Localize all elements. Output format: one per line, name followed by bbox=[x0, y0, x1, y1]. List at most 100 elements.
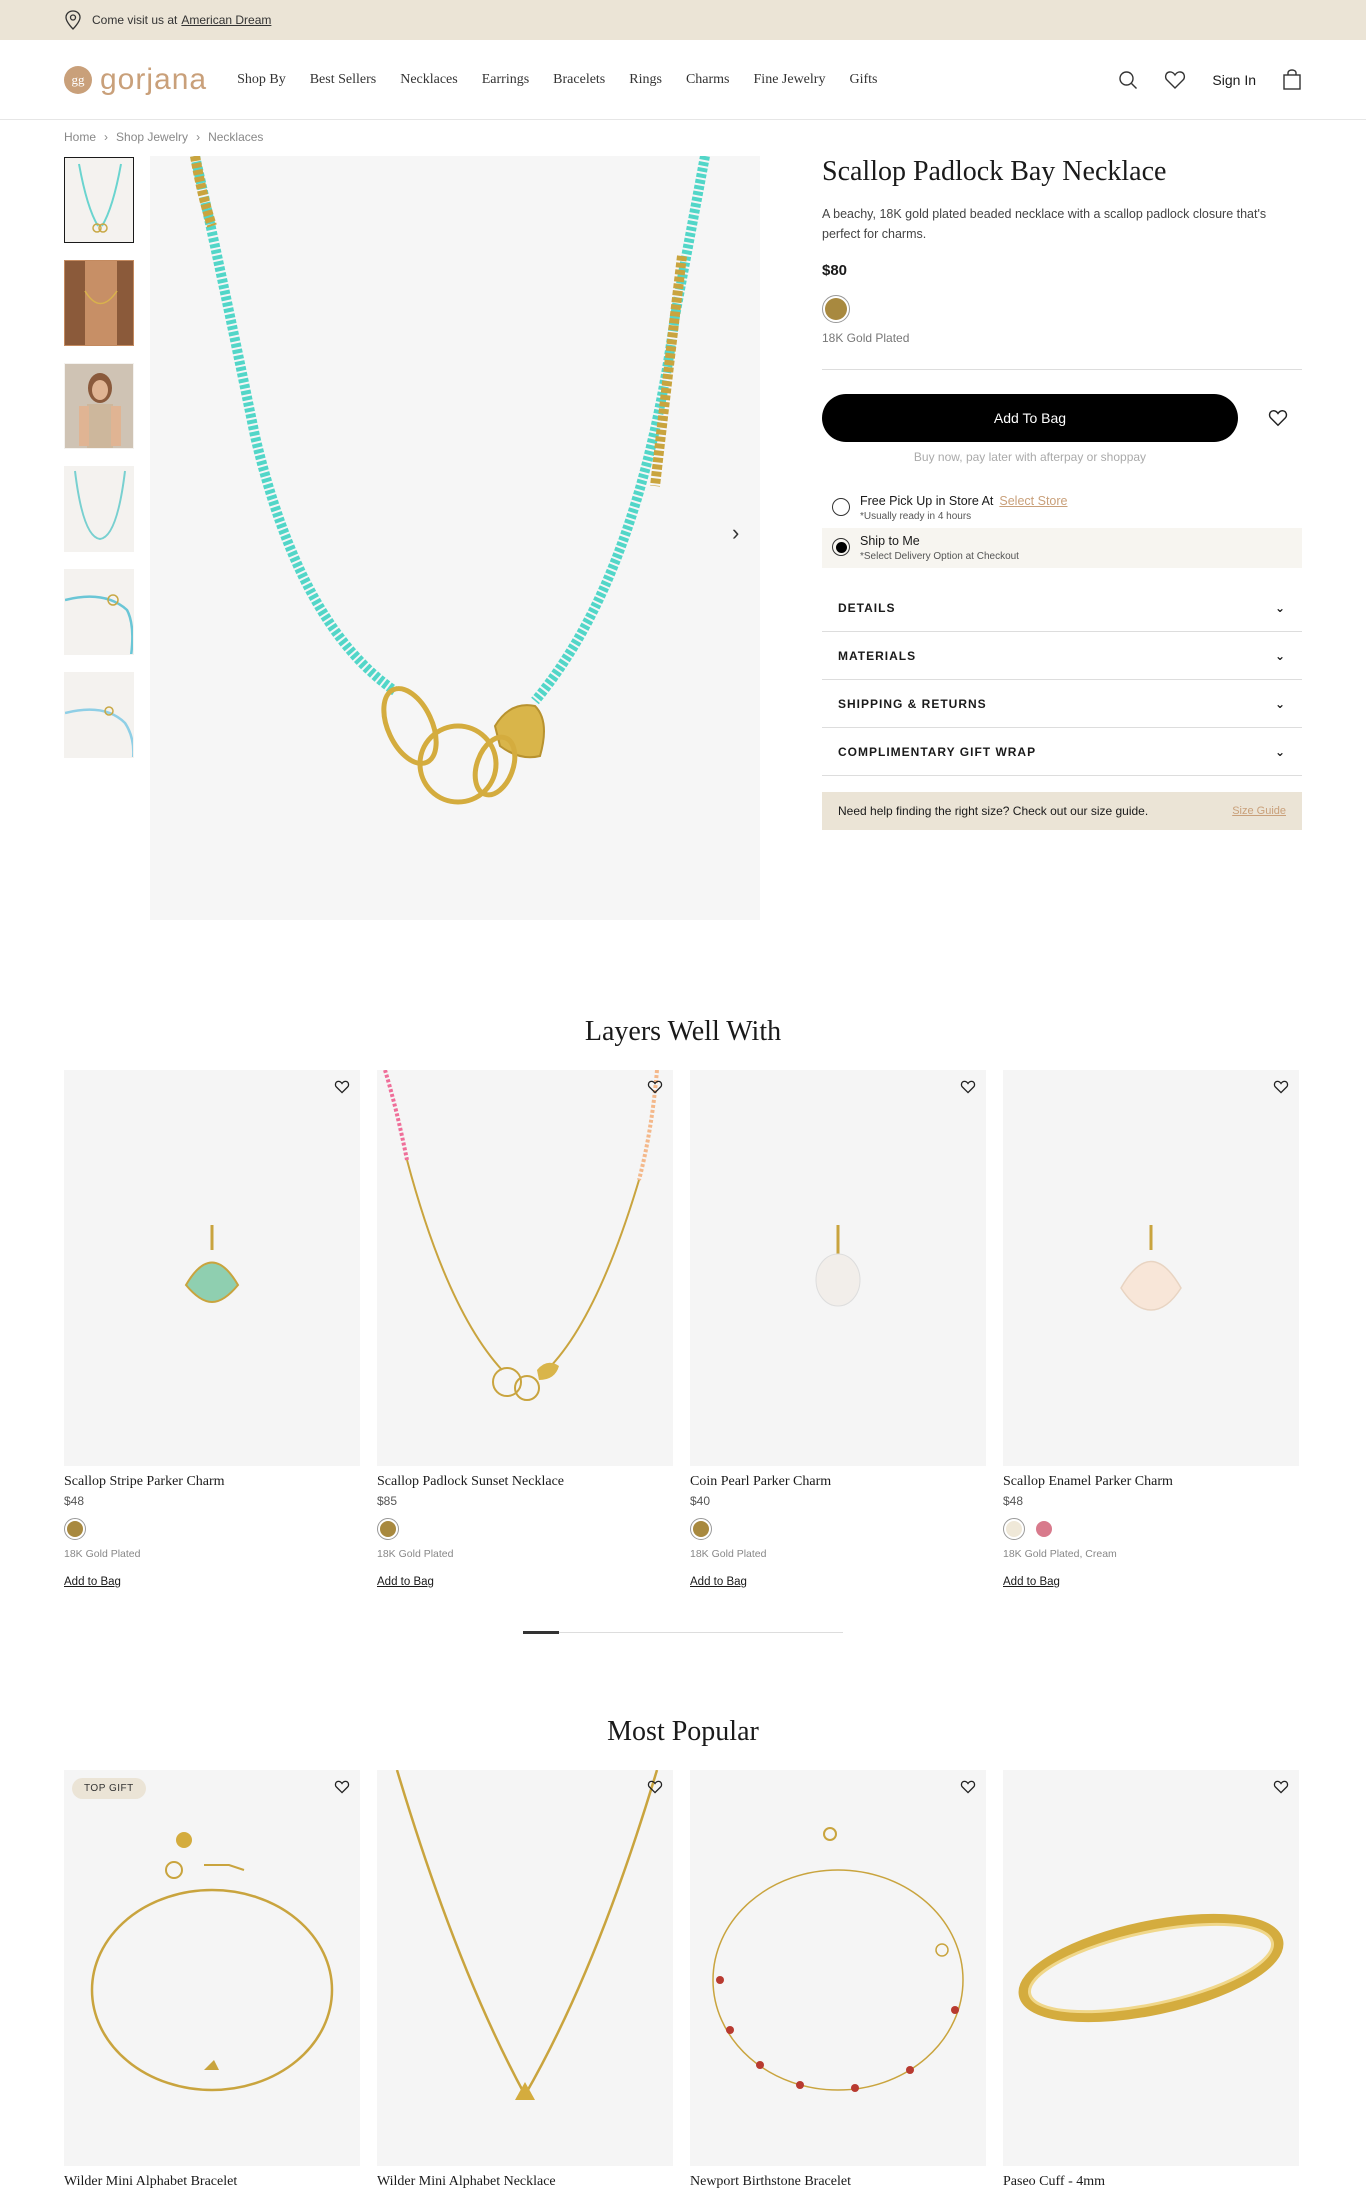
add-to-bag-link[interactable]: Add to Bag bbox=[690, 1576, 986, 1588]
swatch-gold[interactable] bbox=[377, 1518, 399, 1540]
thumbnail-3[interactable] bbox=[64, 363, 134, 449]
wishlist-heart-icon[interactable] bbox=[1164, 70, 1186, 90]
wishlist-heart-icon[interactable] bbox=[334, 1780, 350, 1794]
delivery-options: Free Pick Up in Store At Select Store *Us… bbox=[822, 488, 1302, 568]
nav-rings[interactable]: Rings bbox=[629, 72, 662, 88]
add-to-bag-link[interactable]: Add to Bag bbox=[64, 1576, 360, 1588]
accordion-materials[interactable]: MATERIALS ⌄ bbox=[822, 632, 1302, 680]
accordion-gift-wrap-label: COMPLIMENTARY GIFT WRAP bbox=[838, 744, 1037, 759]
wishlist-heart-icon[interactable] bbox=[1273, 1080, 1289, 1094]
product-image[interactable] bbox=[1003, 1770, 1299, 2166]
popular-product-card[interactable]: Newport Birthstone Bracelet bbox=[690, 1770, 986, 2190]
accordion-materials-label: MATERIALS bbox=[838, 648, 917, 663]
wishlist-heart-icon[interactable] bbox=[960, 1780, 976, 1794]
nav-earrings[interactable]: Earrings bbox=[482, 72, 529, 88]
ship-option[interactable]: Ship to Me *Select Delivery Option at Ch… bbox=[822, 528, 1302, 568]
popular-product-card[interactable]: Wilder Mini Alphabet Necklace bbox=[377, 1770, 673, 2190]
shopping-bag-icon[interactable] bbox=[1282, 68, 1302, 91]
nav-bracelets[interactable]: Bracelets bbox=[553, 72, 605, 88]
site-header: gg gorjana Shop By Best Sellers Necklace… bbox=[0, 40, 1366, 120]
add-to-bag-button[interactable]: Add To Bag bbox=[822, 394, 1238, 442]
product-variant: 18K Gold Plated, Cream bbox=[1003, 1548, 1117, 1560]
pickup-title: Free Pick Up in Store At bbox=[860, 494, 994, 508]
product-image[interactable] bbox=[377, 1070, 673, 1466]
product-name[interactable]: Wilder Mini Alphabet Necklace bbox=[377, 2174, 673, 2190]
logo-mark: gg bbox=[64, 65, 92, 94]
pickup-radio[interactable] bbox=[832, 498, 850, 516]
promo-link[interactable]: American Dream bbox=[181, 13, 271, 27]
logo[interactable]: gg gorjana bbox=[64, 63, 207, 97]
popular-product-card[interactable]: Paseo Cuff - 4mm bbox=[1003, 1770, 1299, 2190]
product-image[interactable] bbox=[690, 1070, 986, 1466]
select-store-link[interactable]: Select Store bbox=[999, 494, 1067, 508]
thumbnail-2[interactable] bbox=[64, 260, 134, 346]
accordion-gift-wrap[interactable]: COMPLIMENTARY GIFT WRAP ⌄ bbox=[822, 728, 1302, 776]
product-name[interactable]: Scallop Enamel Parker Charm bbox=[1003, 1474, 1299, 1490]
product-image[interactable] bbox=[64, 1070, 360, 1466]
wishlist-heart-icon[interactable] bbox=[334, 1080, 350, 1094]
thumbnail-clasp-closeup-image bbox=[65, 594, 133, 654]
breadcrumb-shop-jewelry[interactable]: Shop Jewelry bbox=[116, 130, 188, 144]
product-name[interactable]: Scallop Padlock Sunset Necklace bbox=[377, 1474, 673, 1490]
wishlist-heart-icon[interactable] bbox=[1273, 1780, 1289, 1794]
product-name[interactable]: Paseo Cuff - 4mm bbox=[1003, 2174, 1299, 2190]
nav-necklaces[interactable]: Necklaces bbox=[400, 72, 458, 88]
nav-best-sellers[interactable]: Best Sellers bbox=[310, 72, 377, 88]
product-image[interactable]: TOP GIFT bbox=[64, 1770, 360, 2166]
chevron-down-icon: ⌄ bbox=[1274, 600, 1286, 615]
nav-charms[interactable]: Charms bbox=[686, 72, 730, 88]
popular-product-card[interactable]: TOP GIFT Wilder Mini Alphabet Bracelet bbox=[64, 1770, 360, 2190]
add-to-wishlist-heart-icon[interactable] bbox=[1268, 409, 1288, 427]
product-image[interactable] bbox=[690, 1770, 986, 2166]
accordion-shipping-returns[interactable]: SHIPPING & RETURNS ⌄ bbox=[822, 680, 1302, 728]
breadcrumb-home[interactable]: Home bbox=[64, 130, 96, 144]
product-price: $48 bbox=[64, 1494, 85, 1508]
layers-product-card[interactable]: Scallop Stripe Parker Charm $48 18K Gold… bbox=[64, 1070, 360, 1588]
accordion-details-label: DETAILS bbox=[838, 600, 896, 615]
logo-text: gorjana bbox=[100, 62, 208, 96]
size-guide-text: Need help finding the right size? Check … bbox=[838, 804, 1149, 818]
promo-bar: Come visit us at American Dream bbox=[0, 0, 1366, 40]
product-image[interactable] bbox=[1003, 1070, 1299, 1466]
pickup-subtitle: *Usually ready in 4 hours bbox=[860, 511, 972, 522]
breadcrumb-necklaces[interactable]: Necklaces bbox=[208, 130, 263, 144]
layers-product-card[interactable]: Scallop Padlock Sunset Necklace $85 18K … bbox=[377, 1070, 673, 1588]
nav-gifts[interactable]: Gifts bbox=[849, 72, 877, 88]
product-name[interactable]: Wilder Mini Alphabet Bracelet bbox=[64, 2174, 360, 2190]
accordion-details[interactable]: DETAILS ⌄ bbox=[822, 584, 1302, 632]
chevron-down-icon: ⌄ bbox=[1274, 744, 1286, 759]
nav-fine-jewelry[interactable]: Fine Jewelry bbox=[754, 72, 826, 88]
product-variant: 18K Gold Plated bbox=[64, 1548, 141, 1560]
ship-radio[interactable] bbox=[832, 538, 850, 556]
thumbnail-1[interactable] bbox=[64, 157, 134, 243]
carousel-progress[interactable] bbox=[523, 1631, 843, 1634]
swatch-cream[interactable] bbox=[1003, 1518, 1025, 1540]
swatch-gold[interactable] bbox=[64, 1518, 86, 1540]
layers-product-card[interactable]: Coin Pearl Parker Charm $40 18K Gold Pla… bbox=[690, 1070, 986, 1588]
wishlist-heart-icon[interactable] bbox=[960, 1080, 976, 1094]
wishlist-heart-icon[interactable] bbox=[647, 1080, 663, 1094]
layers-product-card[interactable]: Scallop Enamel Parker Charm $48 18K Gold… bbox=[1003, 1070, 1299, 1588]
search-icon[interactable] bbox=[1118, 70, 1138, 90]
add-to-bag-link[interactable]: Add to Bag bbox=[1003, 1576, 1299, 1588]
wishlist-heart-icon[interactable] bbox=[647, 1780, 663, 1794]
thumbnail-4[interactable] bbox=[64, 466, 134, 552]
product-image[interactable] bbox=[377, 1770, 673, 2166]
product-name[interactable]: Coin Pearl Parker Charm bbox=[690, 1474, 986, 1490]
sign-in-link[interactable]: Sign In bbox=[1212, 72, 1256, 88]
swatch-gold[interactable] bbox=[690, 1518, 712, 1540]
product-name[interactable]: Newport Birthstone Bracelet bbox=[690, 2174, 986, 2190]
thumbnail-6[interactable] bbox=[64, 672, 134, 758]
afterpay-note: Buy now, pay later with afterpay or shop… bbox=[913, 450, 1147, 464]
product-name[interactable]: Scallop Stripe Parker Charm bbox=[64, 1474, 360, 1490]
pickup-option[interactable]: Free Pick Up in Store At Select Store *Us… bbox=[822, 488, 1302, 528]
nav-shop-by[interactable]: Shop By bbox=[237, 72, 286, 88]
product-price: $85 bbox=[377, 1494, 398, 1508]
ship-title: Ship to Me bbox=[860, 534, 920, 548]
next-image-chevron-icon[interactable]: › bbox=[732, 520, 739, 546]
swatch-pink[interactable] bbox=[1033, 1518, 1055, 1540]
add-to-bag-link[interactable]: Add to Bag bbox=[377, 1576, 673, 1588]
thumbnail-5[interactable] bbox=[64, 569, 134, 655]
size-guide-link[interactable]: Size Guide bbox=[1232, 805, 1286, 817]
color-swatch-gold[interactable] bbox=[822, 295, 850, 323]
